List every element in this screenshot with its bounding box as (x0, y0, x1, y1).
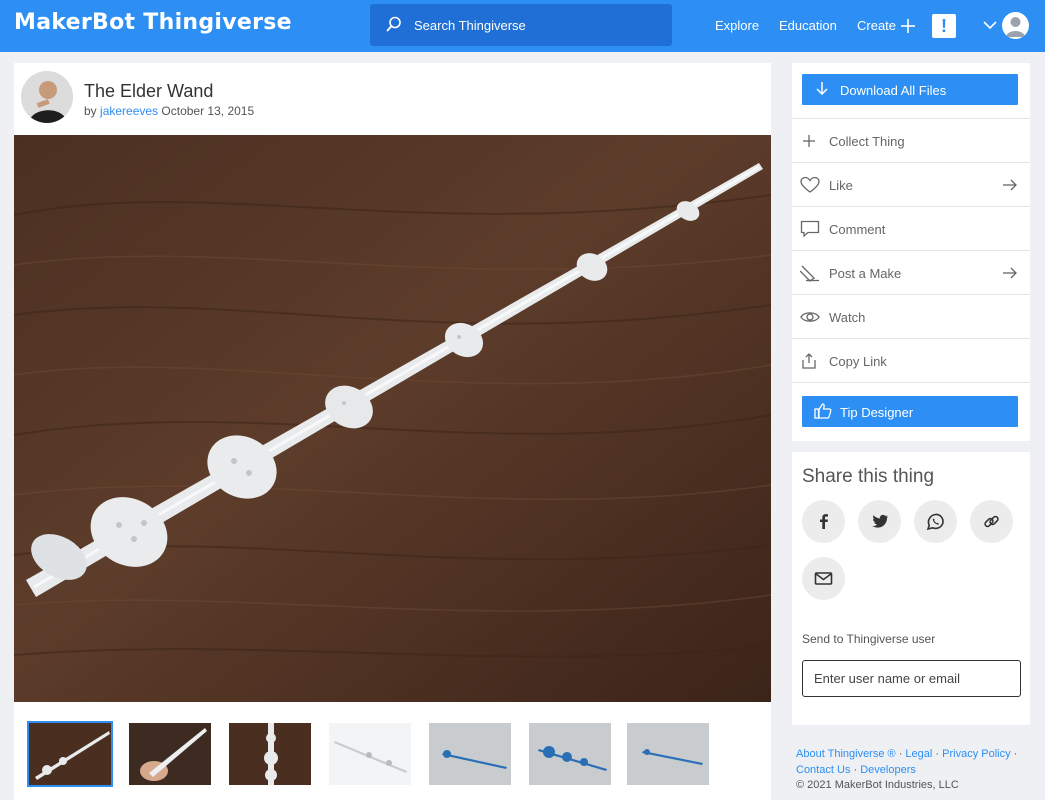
byline: by jakereeves October 13, 2015 (84, 104, 254, 118)
arrow-right-icon (1003, 179, 1017, 191)
plus-icon (803, 135, 815, 147)
footer-developers-link[interactable]: Developers (860, 764, 916, 776)
thumbnail-strip (14, 721, 771, 787)
watch-label: Watch (829, 310, 866, 325)
chevron-down-icon[interactable] (982, 17, 998, 33)
collect-thing-button[interactable]: Collect Thing (792, 118, 1030, 162)
page-title: The Elder Wand (84, 81, 214, 101)
site-footer: About Thingiverse ® · Legal · Privacy Po… (796, 747, 1036, 794)
search-bar[interactable]: Search Thingiverse (370, 4, 672, 46)
eye-icon (800, 312, 820, 322)
footer-about-link[interactable]: About Thingiverse ® (796, 748, 896, 760)
comment-button[interactable]: Comment (792, 206, 1030, 250)
thumbnail[interactable] (329, 723, 411, 785)
arrow-right-icon (1003, 267, 1017, 279)
copy-link-button[interactable]: Copy Link (792, 338, 1030, 382)
like-label: Like (829, 178, 853, 193)
footer-separator: · (898, 748, 903, 760)
search-icon (386, 16, 401, 32)
email-icon (814, 572, 833, 585)
download-icon (816, 82, 828, 96)
twitter-icon (872, 514, 888, 528)
tip-designer-label: Tip Designer (840, 405, 914, 420)
footer-legal-link[interactable]: Legal (905, 748, 932, 760)
plus-icon[interactable] (900, 18, 916, 34)
comment-icon (800, 220, 820, 238)
download-all-label: Download All Files (840, 83, 947, 98)
thumbnail[interactable] (129, 723, 211, 785)
whatsapp-icon (926, 513, 944, 531)
top-navbar: MakerBot Thingiverse Search Thingiverse … (0, 0, 1045, 52)
email-share-button[interactable] (802, 557, 845, 600)
share-card: Share this thing Send to Thingiverse use… (792, 452, 1030, 725)
copy-link-label: Copy Link (829, 354, 887, 369)
comment-label: Comment (829, 222, 886, 237)
user-avatar-icon[interactable] (1002, 12, 1029, 39)
footer-separator: · (1013, 748, 1018, 760)
post-a-make-button[interactable]: Post a Make (792, 250, 1030, 294)
collect-thing-label: Collect Thing (829, 134, 905, 149)
make-icon (800, 265, 819, 282)
footer-separator: · (853, 763, 858, 776)
watch-button[interactable]: Watch (792, 294, 1030, 338)
post-a-make-label: Post a Make (829, 266, 902, 281)
facebook-icon (820, 514, 828, 529)
thumbnail[interactable] (429, 723, 511, 785)
nav-create[interactable]: Create (857, 18, 896, 33)
user-search-input[interactable] (802, 660, 1021, 697)
twitter-share-button[interactable] (858, 500, 901, 543)
link-icon (984, 515, 999, 528)
nav-education[interactable]: Education (779, 18, 837, 33)
download-all-button[interactable]: Download All Files (802, 74, 1018, 105)
byline-prefix: by (84, 104, 97, 118)
heart-icon (800, 176, 820, 193)
site-logo[interactable]: MakerBot Thingiverse (14, 10, 292, 35)
footer-copyright: © 2021 MakerBot Industries, LLC (796, 779, 959, 791)
thumbnail[interactable] (627, 723, 709, 785)
footer-privacy-link[interactable]: Privacy Policy (942, 748, 1010, 760)
whatsapp-share-button[interactable] (914, 500, 957, 543)
alert-icon[interactable]: ! (932, 14, 956, 38)
hero-image[interactable] (14, 135, 771, 702)
thumbs-up-icon (814, 403, 832, 419)
nav-explore[interactable]: Explore (715, 18, 759, 33)
share-title: Share this thing (802, 466, 935, 487)
footer-contact-link[interactable]: Contact Us (796, 764, 850, 776)
thing-actions-card: Download All Files Collect Thing Like Co… (792, 63, 1030, 441)
send-to-user-label: Send to Thingiverse user (802, 632, 936, 646)
share-upload-icon (802, 353, 816, 369)
author-avatar[interactable] (21, 71, 73, 123)
search-placeholder[interactable]: Search Thingiverse (414, 18, 526, 33)
footer-separator: · (935, 748, 940, 760)
tip-designer-button[interactable]: Tip Designer (802, 396, 1018, 427)
copy-link-share-button[interactable] (970, 500, 1013, 543)
thumbnail[interactable] (229, 723, 311, 785)
publish-date: October 13, 2015 (161, 104, 255, 118)
thumbnail[interactable] (27, 721, 113, 787)
like-button[interactable]: Like (792, 162, 1030, 206)
facebook-share-button[interactable] (802, 500, 845, 543)
thumbnail[interactable] (529, 723, 611, 785)
thing-main-card: The Elder Wand by jakereeves October 13,… (14, 63, 771, 800)
author-link[interactable]: jakereeves (100, 104, 158, 118)
